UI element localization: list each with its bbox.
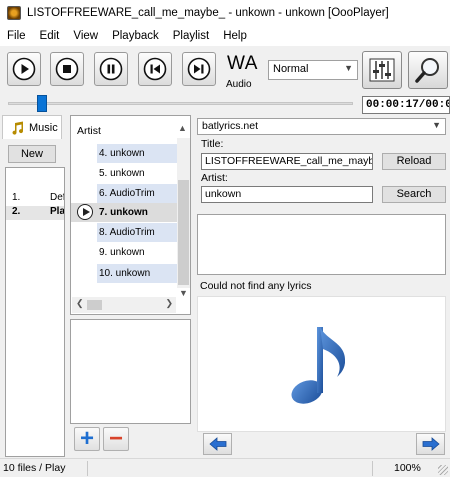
status-separator bbox=[87, 461, 88, 476]
artist-list-panel: Artist ▲ 4. unkown 5. unkown 6. AudioTri… bbox=[70, 115, 191, 315]
seek-thumb[interactable] bbox=[37, 95, 47, 112]
list-item[interactable]: 8. AudioTrim bbox=[97, 223, 177, 242]
horizontal-scroll-thumb[interactable] bbox=[87, 300, 102, 310]
tab-music[interactable]: Music bbox=[2, 115, 62, 139]
equalizer-icon bbox=[369, 58, 395, 82]
toolbar: WA Audio la Normal ▼ bbox=[0, 47, 450, 93]
chevron-right-icon[interactable]: ❯ bbox=[165, 298, 173, 309]
vertical-scrollbar[interactable]: ▼ bbox=[177, 138, 190, 298]
menu-help[interactable]: Help bbox=[216, 30, 254, 42]
title-field[interactable]: LISTOFFREEWARE_call_me_maybe_ bbox=[201, 153, 373, 170]
artist-column-header[interactable]: Artist bbox=[77, 125, 101, 137]
library-panel: Music New 1. Def 2. Pla bbox=[0, 115, 65, 457]
previous-art-button[interactable] bbox=[203, 433, 232, 455]
list-item-current[interactable]: 7. unkown bbox=[97, 203, 177, 222]
pause-button[interactable] bbox=[94, 52, 128, 86]
menu-bar: File Edit View Playback Playlist Help bbox=[0, 26, 450, 46]
lyrics-source-select[interactable]: batlyrics.net ▼ bbox=[197, 118, 446, 135]
arrow-right-icon bbox=[422, 437, 440, 451]
next-art-button[interactable] bbox=[416, 433, 445, 455]
music-note-icon bbox=[291, 327, 345, 404]
resize-grip[interactable] bbox=[438, 465, 448, 475]
play-icon bbox=[12, 57, 36, 81]
time-display: 00:00:17/00:0 bbox=[362, 96, 450, 114]
lyrics-text-area[interactable] bbox=[197, 214, 446, 275]
playlist-item[interactable]: 2. Pla bbox=[6, 206, 64, 220]
minus-icon: − bbox=[108, 425, 123, 452]
playlist-name: Pla bbox=[50, 206, 65, 217]
remove-button[interactable]: − bbox=[103, 427, 129, 451]
new-playlist-button[interactable]: New bbox=[8, 145, 56, 163]
horizontal-scrollbar[interactable]: ❮ ❯ bbox=[72, 297, 176, 313]
menu-edit[interactable]: Edit bbox=[33, 30, 67, 42]
menu-playlist[interactable]: Playlist bbox=[166, 30, 216, 42]
tab-music-label: Music bbox=[29, 121, 58, 134]
list-item[interactable]: 10. unkown bbox=[97, 264, 177, 283]
now-playing-icon bbox=[77, 204, 93, 220]
status-file-count: 10 files / Play bbox=[3, 462, 66, 474]
playback-mode-select[interactable]: Normal ▼ bbox=[268, 60, 358, 80]
lyrics-panel: batlyrics.net ▼ Title: LISTOFFREEWARE_ca… bbox=[197, 115, 450, 456]
track-title-display: WA bbox=[227, 53, 258, 74]
vertical-scroll-thumb[interactable] bbox=[178, 180, 189, 285]
add-button[interactable]: + bbox=[74, 427, 100, 451]
status-separator bbox=[372, 461, 373, 476]
playlist-number: 2. bbox=[12, 206, 21, 217]
list-item[interactable]: 5. unkown bbox=[97, 164, 177, 183]
playlist-list: 1. Def 2. Pla bbox=[5, 167, 65, 457]
playlist-number: 1. bbox=[12, 192, 21, 203]
stop-icon bbox=[55, 57, 79, 81]
reload-button[interactable]: Reload bbox=[382, 153, 446, 170]
seek-track[interactable] bbox=[8, 102, 353, 105]
art-nav-bar bbox=[197, 432, 446, 456]
lyrics-search-button[interactable]: Search bbox=[382, 186, 446, 203]
status-bar: 10 files / Play 100% bbox=[0, 458, 450, 477]
album-art bbox=[197, 296, 446, 432]
list-item[interactable]: 9. unkown bbox=[97, 243, 177, 262]
playlist-name: Def bbox=[50, 192, 65, 203]
playlist-item[interactable]: 1. Def bbox=[6, 192, 64, 206]
play-button[interactable] bbox=[7, 52, 41, 86]
search-button[interactable] bbox=[408, 51, 448, 89]
menu-view[interactable]: View bbox=[66, 30, 105, 42]
list-item[interactable]: 6. AudioTrim bbox=[97, 184, 177, 203]
title-label: Title: bbox=[201, 138, 224, 150]
chevron-down-icon: ▼ bbox=[344, 63, 353, 73]
lyrics-status: Could not find any lyrics bbox=[200, 280, 312, 292]
stop-button[interactable] bbox=[50, 52, 84, 86]
menu-playback[interactable]: Playback bbox=[105, 30, 166, 42]
pause-icon bbox=[99, 57, 123, 81]
previous-button[interactable] bbox=[138, 52, 172, 86]
menu-file[interactable]: File bbox=[0, 30, 33, 42]
arrow-left-icon bbox=[208, 437, 226, 451]
chevron-left-icon[interactable]: ❮ bbox=[76, 298, 84, 309]
lyrics-source-value: batlyrics.net bbox=[202, 120, 259, 132]
info-box bbox=[70, 319, 191, 424]
plus-icon: + bbox=[79, 425, 94, 452]
window-title: LISTOFFREEWARE_call_me_maybe_ - unkown -… bbox=[27, 7, 389, 19]
artist-field[interactable]: unkown bbox=[201, 186, 373, 203]
title-bar: LISTOFFREEWARE_call_me_maybe_ - unkown -… bbox=[0, 0, 450, 26]
chevron-down-icon[interactable]: ▼ bbox=[179, 288, 188, 298]
magnifier-icon bbox=[415, 58, 439, 83]
next-icon bbox=[187, 57, 211, 81]
list-item[interactable]: 4. unkown bbox=[97, 144, 177, 163]
playback-mode-value: Normal bbox=[273, 63, 309, 75]
chevron-up-icon[interactable]: ▲ bbox=[178, 123, 187, 133]
chevron-down-icon: ▼ bbox=[432, 120, 441, 130]
equalizer-button[interactable] bbox=[362, 51, 402, 89]
previous-icon bbox=[143, 57, 167, 81]
music-note-icon bbox=[12, 121, 24, 135]
app-icon bbox=[7, 6, 21, 20]
next-button[interactable] bbox=[182, 52, 216, 86]
status-volume: 100% bbox=[394, 462, 421, 474]
track-info-display: Audio la bbox=[226, 79, 254, 90]
artist-label: Artist: bbox=[201, 172, 228, 184]
